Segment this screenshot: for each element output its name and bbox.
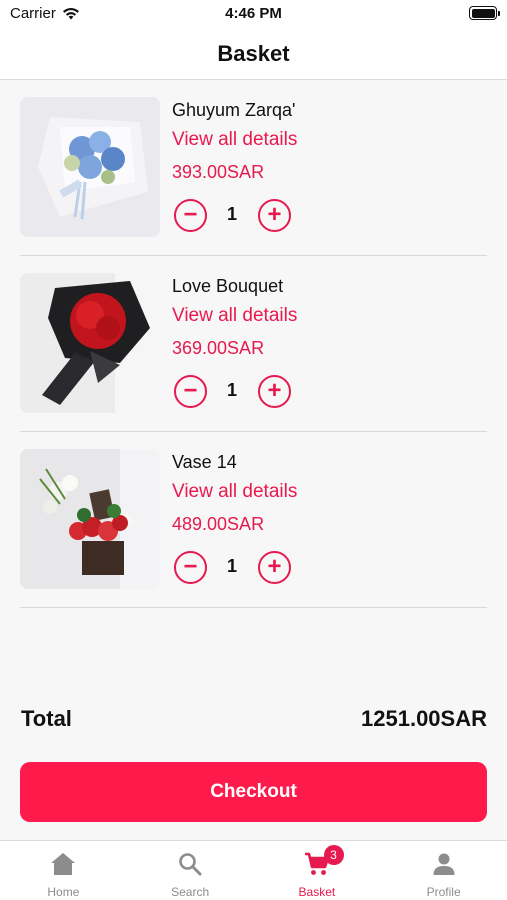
battery-icon (469, 6, 500, 20)
tab-basket[interactable]: 3 Basket (254, 841, 381, 900)
product-image[interactable] (20, 97, 160, 237)
nav-header: Basket (0, 28, 507, 80)
increase-quantity-button[interactable]: + (258, 551, 291, 584)
checkout-button[interactable]: Checkout (20, 762, 487, 822)
tab-label: Basket (298, 885, 336, 899)
tab-bar: Home Search 3 Basket Profile (0, 840, 507, 900)
person-icon (433, 853, 455, 875)
tab-profile[interactable]: Profile (380, 841, 507, 900)
view-details-link[interactable]: View all details (172, 305, 297, 327)
minus-icon: − (183, 553, 198, 580)
total-label: Total (21, 706, 72, 731)
plus-icon: + (267, 201, 282, 228)
decrease-quantity-button[interactable]: − (174, 551, 207, 584)
decrease-quantity-button[interactable]: − (174, 199, 207, 232)
quantity-value: 1 (226, 556, 237, 576)
plus-icon: + (267, 377, 282, 404)
product-price: 393.00SAR (172, 162, 265, 182)
product-price: 489.00SAR (172, 514, 265, 534)
basket-item: Vase 14 View all details 489.00SAR − 1 + (20, 432, 487, 608)
product-image[interactable] (20, 449, 160, 589)
home-icon (51, 853, 76, 875)
cart-count-badge: 3 (323, 845, 344, 865)
total-amount: 1251.00SAR (361, 706, 487, 731)
view-details-link[interactable]: View all details (172, 481, 297, 503)
status-time: 4:46 PM (225, 5, 282, 22)
quantity-value: 1 (226, 204, 237, 224)
tab-label: Search (171, 885, 210, 899)
tab-label: Home (47, 885, 80, 899)
product-name: Love Bouquet (172, 276, 284, 296)
tab-label: Profile (426, 885, 461, 899)
product-image[interactable] (20, 273, 160, 413)
search-icon (179, 853, 202, 876)
increase-quantity-button[interactable]: + (258, 199, 291, 232)
product-price: 369.00SAR (172, 338, 265, 358)
basket-item: Love Bouquet View all details 369.00SAR … (20, 256, 487, 432)
tab-home[interactable]: Home (0, 841, 127, 900)
view-details-link[interactable]: View all details (172, 129, 297, 151)
basket-item: Ghuyum Zarqa' View all details 393.00SAR… (20, 80, 487, 256)
minus-icon: − (183, 377, 198, 404)
increase-quantity-button[interactable]: + (258, 375, 291, 408)
quantity-value: 1 (226, 380, 237, 400)
status-bar: Carrier 4:46 PM (0, 0, 507, 28)
decrease-quantity-button[interactable]: − (174, 375, 207, 408)
tab-search[interactable]: Search (127, 841, 254, 900)
plus-icon: + (267, 553, 282, 580)
page-title: Basket (217, 40, 290, 66)
product-name: Ghuyum Zarqa' (172, 100, 296, 120)
minus-icon: − (183, 201, 198, 228)
product-name: Vase 14 (172, 452, 237, 472)
